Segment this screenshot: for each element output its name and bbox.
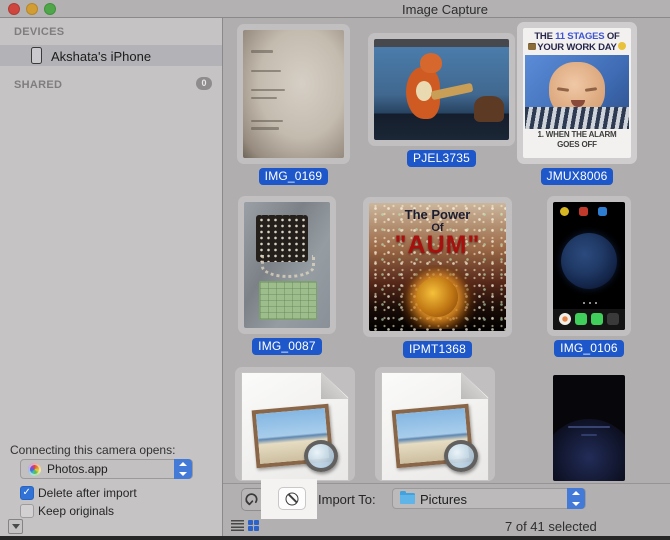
close-button-icon[interactable]	[8, 2, 20, 15]
dark-screenshot-preview	[553, 375, 625, 481]
sidebar: DEVICES Akshata's iPhone SHARED 0 Connec…	[0, 18, 223, 536]
filename-badge: JMUX8006	[540, 168, 614, 185]
selection-count: 7 of 41 selected	[505, 519, 597, 534]
meme-title-line1: THE 11 STAGES OF	[534, 31, 620, 42]
iphone-icon	[31, 47, 42, 64]
magnifier-loupe-icon	[444, 440, 479, 473]
thumbnail-ipmt1368[interactable]: The Power Of "AUM" IPMT1368	[363, 197, 512, 358]
photos-app-icon	[28, 462, 41, 476]
app-icon	[598, 207, 607, 216]
thumbnail-img-0087[interactable]: IMG_0087	[238, 196, 336, 355]
thumbnail-file-icon-1[interactable]	[235, 367, 355, 481]
selection-highlight	[547, 196, 631, 336]
poster-preview: The Power Of "AUM"	[369, 203, 506, 331]
photo-preview	[374, 39, 509, 140]
folder-icon	[400, 490, 415, 504]
filename-badge: IMG_0169	[258, 168, 329, 185]
checkbox-unchecked-icon[interactable]	[20, 504, 34, 518]
import-destination-select[interactable]: Pictures	[392, 488, 586, 509]
camera-app-value: Photos.app	[47, 462, 108, 476]
briefcase-emoji-icon	[528, 42, 537, 50]
checkbox-checked-icon[interactable]	[20, 486, 34, 500]
photo-preview	[243, 30, 344, 158]
checkbox-label: Delete after import	[38, 486, 137, 500]
checkbox-label: Keep originals	[38, 504, 115, 518]
image-capture-window: Image Capture DEVICES Akshata's iPhone S…	[0, 0, 670, 540]
prohibition-icon	[285, 492, 299, 505]
meme-caption: 1. WHEN THE ALARM GOES OFF	[537, 130, 617, 149]
filename-badge: IMG_0087	[252, 338, 322, 355]
thumbnail-img-0106[interactable]: IMG_0106	[547, 196, 631, 357]
page-dots	[581, 302, 597, 304]
grid-view-button[interactable]	[248, 520, 259, 531]
meme-title-line2: YOUR WORK DAY	[523, 42, 631, 53]
om-symbol-graphic	[397, 265, 478, 329]
selection-highlight	[375, 367, 495, 481]
selection-highlight: THE 11 STAGES OF YOUR WORK DAY 1. WHEN T…	[517, 22, 637, 164]
minimize-button-icon[interactable]	[26, 2, 38, 15]
meme-preview: THE 11 STAGES OF YOUR WORK DAY 1. WHEN T…	[523, 28, 631, 158]
select-stepper-icon	[567, 488, 585, 509]
select-stepper-icon	[174, 459, 192, 479]
disclosure-button[interactable]	[8, 519, 23, 534]
delete-button[interactable]	[278, 487, 306, 510]
filename-badge: IMG_0106	[554, 340, 624, 357]
import-to-label: Import To:	[318, 492, 376, 507]
title-bar: Image Capture	[0, 0, 670, 18]
devices-section-header: DEVICES	[14, 26, 65, 38]
dock-bar	[553, 309, 625, 330]
thumbnail-pjel3735[interactable]: PJEL3735	[368, 33, 515, 167]
list-view-button[interactable]	[231, 520, 244, 531]
poster-line1: The Power	[404, 207, 471, 222]
thumbnail-jmux8006[interactable]: THE 11 STAGES OF YOUR WORK DAY 1. WHEN T…	[517, 22, 637, 185]
screen-bottom-edge	[0, 536, 670, 540]
selection-highlight	[237, 24, 350, 164]
baby-photo	[525, 55, 629, 129]
zoom-button-icon[interactable]	[44, 2, 56, 15]
camera-app-select[interactable]: Photos.app	[20, 459, 193, 479]
magnifier-loupe-icon	[304, 440, 339, 473]
window-title: Image Capture	[402, 2, 488, 17]
status-bar: 7 of 41 selected	[223, 516, 670, 536]
sidebar-item-device[interactable]: Akshata's iPhone	[0, 45, 222, 66]
selection-highlight	[238, 196, 336, 334]
device-name: Akshata's iPhone	[51, 49, 152, 64]
camera-opens-label: Connecting this camera opens:	[10, 443, 176, 457]
filename-badge: IPMT1368	[403, 341, 472, 358]
filename-badge: PJEL3735	[407, 150, 476, 167]
selection-highlight	[235, 367, 355, 481]
photo-preview	[244, 202, 330, 328]
selection-highlight: The Power Of "AUM"	[363, 197, 512, 337]
sleepy-face-emoji-icon	[617, 42, 626, 51]
rotate-arrow-icon	[245, 493, 258, 506]
thumbnail-lock-screen[interactable]	[553, 375, 625, 481]
shared-section-header: SHARED	[14, 79, 63, 91]
shared-count-badge: 0	[196, 77, 212, 90]
screenshot-preview	[553, 202, 625, 330]
app-icon	[560, 207, 569, 216]
thumbnail-img-0169[interactable]: IMG_0169	[237, 24, 350, 185]
thumbnail-file-icon-2[interactable]	[375, 367, 495, 481]
app-icon	[579, 207, 588, 216]
import-destination-value: Pictures	[420, 491, 467, 507]
poster-line3: "AUM"	[394, 231, 481, 259]
selection-highlight	[368, 33, 515, 146]
earth-wallpaper	[561, 232, 617, 289]
